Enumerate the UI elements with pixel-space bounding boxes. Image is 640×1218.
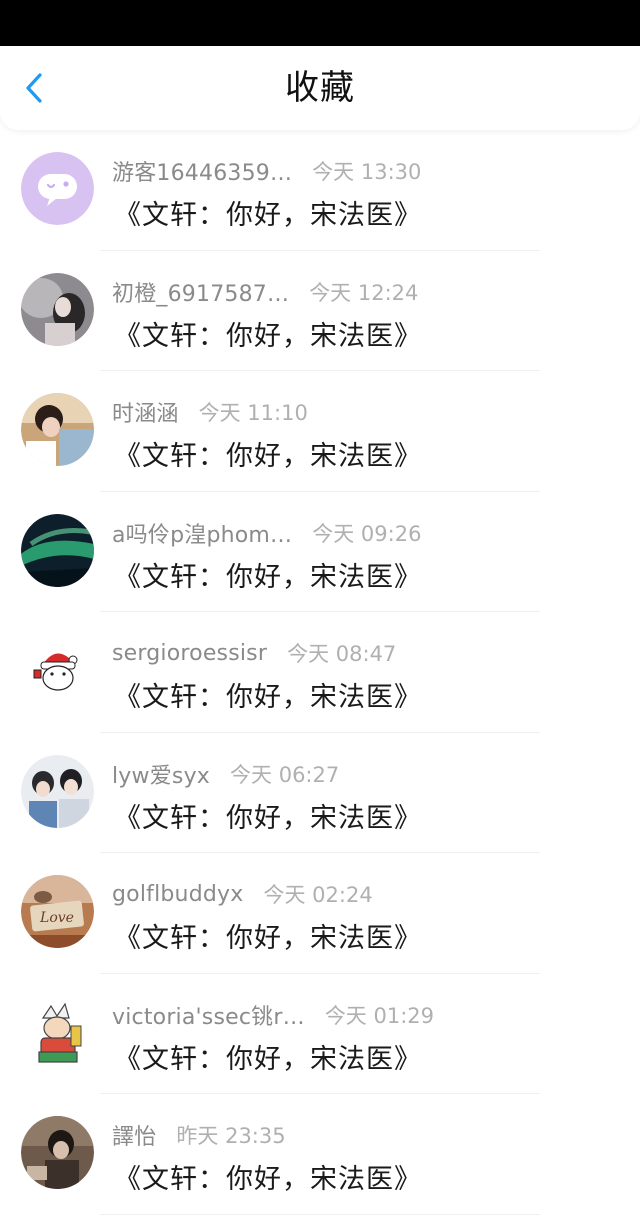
- user-name: a吗伶p湟phom…: [112, 522, 293, 548]
- timestamp: 昨天 23:35: [176, 1124, 286, 1148]
- avatar: [21, 513, 94, 587]
- status-bar: [0, 0, 640, 46]
- timestamp: 今天 01:29: [324, 1003, 435, 1028]
- page-title: 收藏: [285, 68, 355, 108]
- nav-bar: 收藏: [0, 46, 640, 130]
- item-title: 《文轩：你好，宋法医》: [114, 320, 422, 352]
- back-button[interactable]: [14, 68, 54, 108]
- avatar: [21, 272, 94, 346]
- chevron-left-icon: [26, 73, 42, 103]
- avatar: Love: [21, 875, 94, 948]
- list-item[interactable]: Love golflbuddyx 今天 02:24 《文轩：你好，宋法医》: [0, 853, 640, 974]
- list-item[interactable]: 游客16446359… 今天 13:30 《文轩：你好，宋法医》: [0, 130, 640, 251]
- user-name: lyw爱syx: [112, 763, 211, 789]
- user-name: 时涵涵: [112, 402, 179, 427]
- list-item[interactable]: a吗伶p湟phom… 今天 09:26 《文轩：你好，宋法医》: [0, 492, 640, 612]
- user-name: victoria'ssec铫r…: [112, 1004, 305, 1030]
- avatar: [21, 393, 94, 466]
- timestamp: 今天 08:47: [287, 642, 397, 666]
- avatar: [21, 754, 94, 828]
- timestamp: 今天 13:30: [312, 160, 422, 184]
- item-title: 《文轩：你好，宋法医》: [114, 682, 422, 713]
- divider: [100, 1213, 540, 1215]
- avatar: [21, 995, 94, 1069]
- item-title: 《文轩：你好，宋法医》: [114, 1164, 422, 1195]
- item-title: 《文轩：你好，宋法医》: [114, 923, 422, 954]
- list-item[interactable]: lyw爱syx 今天 06:27 《文轩：你好，宋法医》: [0, 733, 640, 853]
- timestamp: 今天 11:10: [198, 401, 308, 425]
- list-item[interactable]: 譯怡 昨天 23:35 《文轩：你好，宋法医》: [0, 1094, 640, 1215]
- item-title: 《文轩：你好，宋法医》: [114, 802, 422, 834]
- item-title: 《文轩：你好，宋法医》: [114, 1043, 422, 1075]
- list-item[interactable]: sergioroessisr 今天 08:47 《文轩：你好，宋法医》: [0, 612, 640, 733]
- avatar: [21, 1116, 94, 1189]
- favorites-list: 游客16446359… 今天 13:30 《文轩：你好，宋法医》 初橙_6917…: [0, 130, 640, 1215]
- timestamp: 今天 02:24: [263, 883, 373, 907]
- timestamp: 今天 09:26: [312, 521, 422, 546]
- user-name: golflbuddyx: [112, 881, 244, 907]
- list-item[interactable]: victoria'ssec铫r… 今天 01:29 《文轩：你好，宋法医》: [0, 974, 640, 1094]
- user-name: 游客16446359…: [112, 161, 293, 186]
- timestamp: 今天 12:24: [309, 280, 419, 305]
- item-title: 《文轩：你好，宋法医》: [114, 200, 422, 231]
- timestamp: 今天 06:27: [230, 762, 340, 787]
- user-name: 譯怡: [112, 1125, 157, 1150]
- item-title: 《文轩：你好，宋法医》: [114, 561, 422, 593]
- user-name: sergioroessisr: [112, 640, 268, 666]
- avatar: [21, 634, 94, 707]
- avatar: [21, 152, 94, 225]
- list-item[interactable]: 初橙_6917587… 今天 12:24 《文轩：你好，宋法医》: [0, 251, 640, 371]
- item-title: 《文轩：你好，宋法医》: [114, 441, 422, 472]
- svg-text:Love: Love: [39, 910, 74, 926]
- user-name: 初橙_6917587…: [112, 281, 290, 307]
- list-item[interactable]: 时涵涵 今天 11:10 《文轩：你好，宋法医》: [0, 371, 640, 492]
